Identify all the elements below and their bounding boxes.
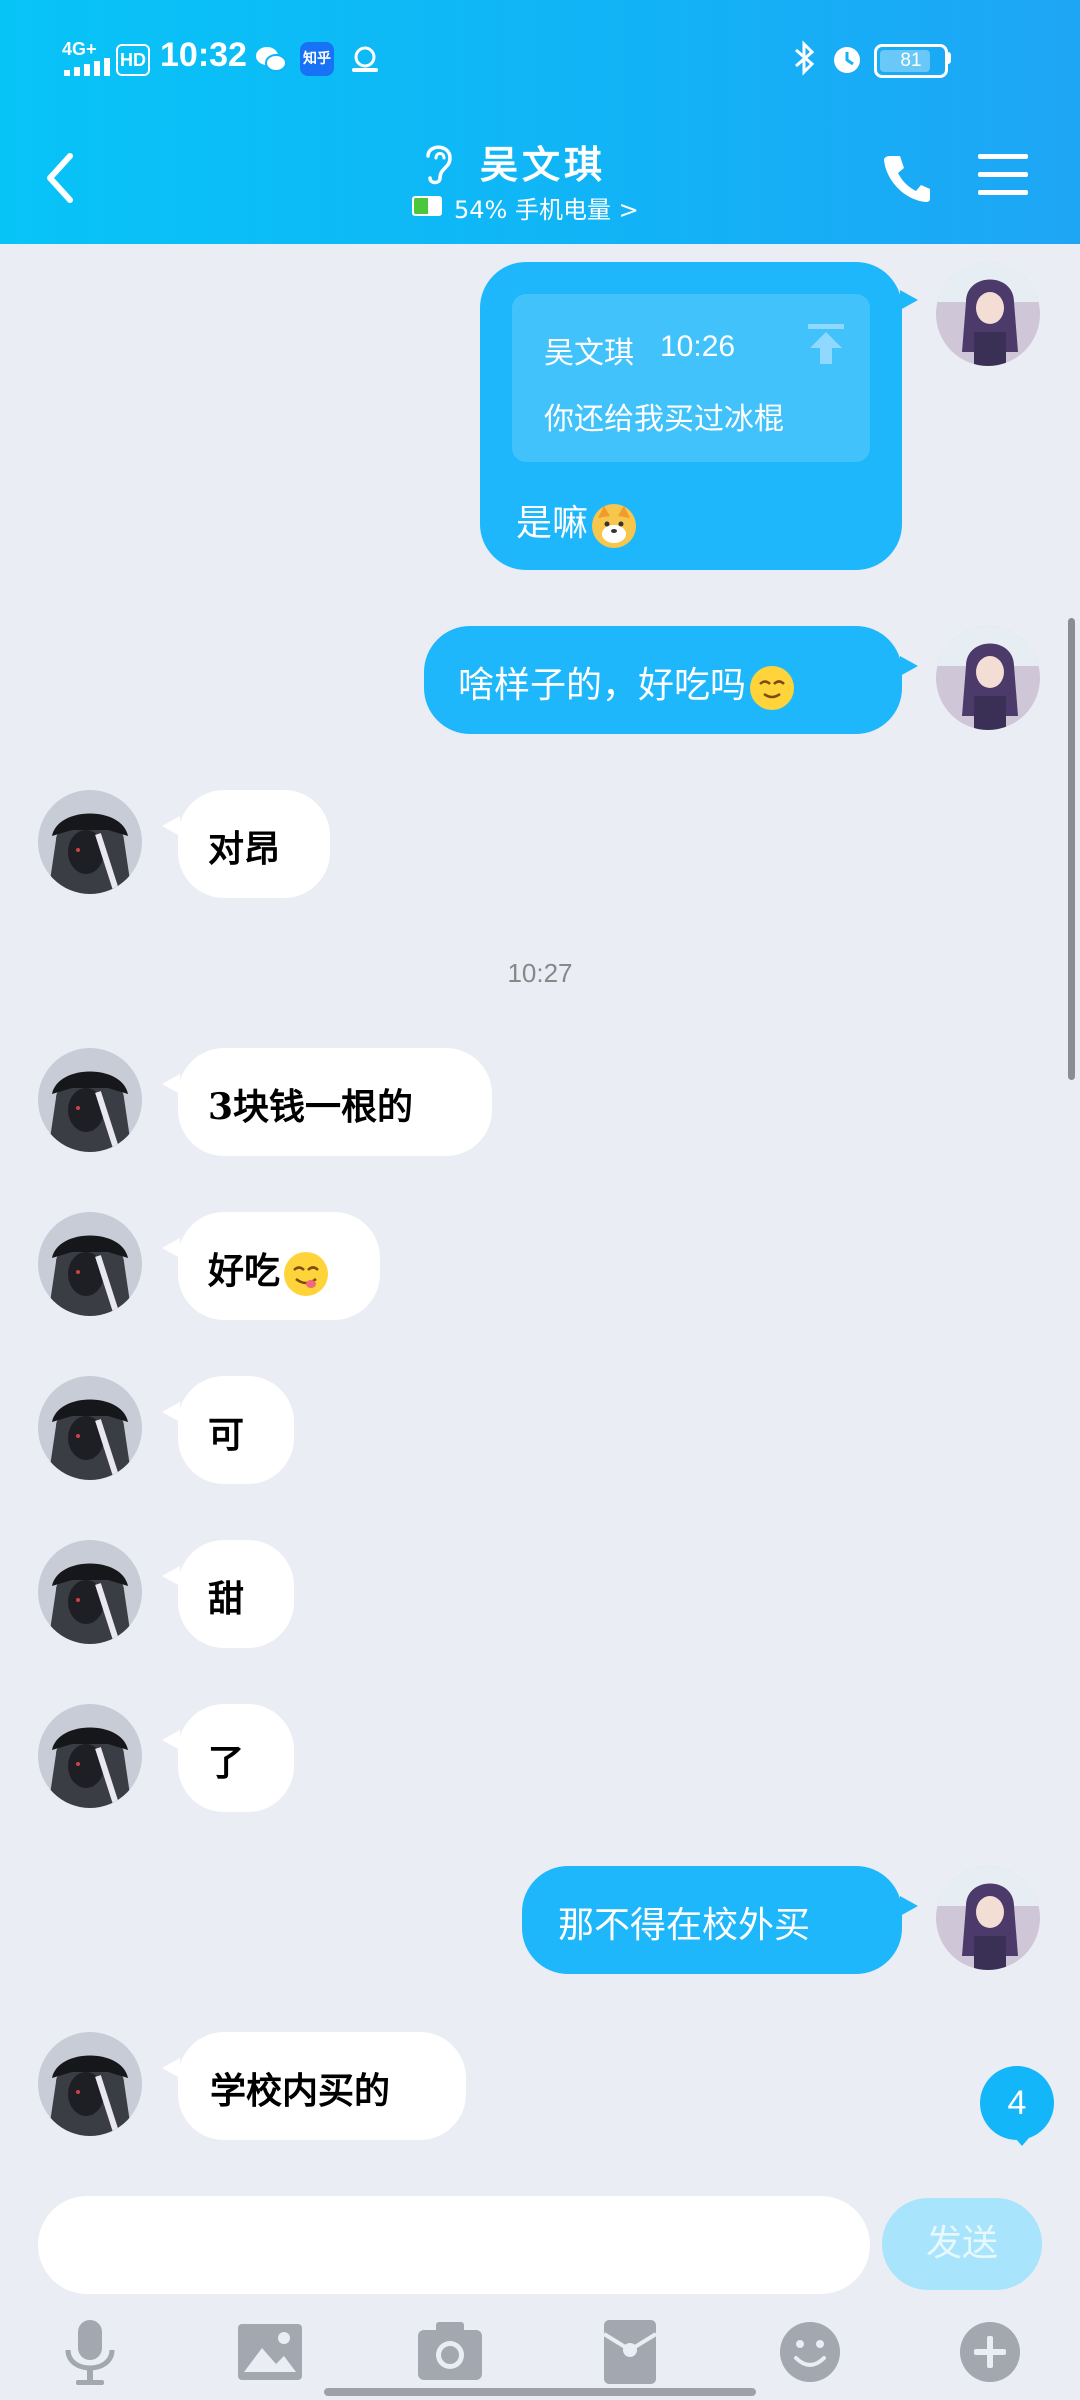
- unread-count-badge[interactable]: 4: [980, 2066, 1054, 2140]
- message-text: 可: [208, 1414, 245, 1456]
- message-content: 是嘛: [516, 494, 637, 548]
- quoted-time: 10:26: [660, 330, 736, 363]
- message-text: 是嘛: [516, 503, 589, 544]
- plus-icon[interactable]: [952, 2314, 1028, 2390]
- menu-button[interactable]: [978, 152, 1028, 198]
- jump-to-quote-icon[interactable]: [808, 324, 844, 364]
- send-button[interactable]: 发送: [882, 2198, 1042, 2290]
- ear-icon[interactable]: [418, 138, 458, 186]
- message-bubble-incoming[interactable]: 3块钱一根的: [178, 1048, 492, 1156]
- quoted-reply[interactable]: 吴文琪 10:26 你还给我买过冰棍: [512, 294, 870, 462]
- chat-header: 4G+ HD 10:32 知乎 81 吴文琪 54% 手机电量 >: [0, 0, 1080, 244]
- message-bubble-outgoing[interactable]: 啥样子的，好吃吗: [424, 626, 902, 734]
- battery-icon: 81: [874, 44, 948, 78]
- message-bubble-outgoing[interactable]: 那不得在校外买: [522, 1866, 902, 1974]
- bluetooth-icon: [795, 40, 815, 76]
- message-text: 3块钱一根的: [208, 1086, 414, 1128]
- contact-avatar[interactable]: [38, 2032, 142, 2136]
- quoted-sender: 吴文琪: [544, 336, 634, 371]
- zhihu-icon: 知乎: [300, 42, 334, 76]
- contact-avatar[interactable]: [38, 1212, 142, 1316]
- back-button[interactable]: [40, 150, 84, 206]
- message-bubble-incoming[interactable]: 了: [178, 1704, 294, 1812]
- phone-battery-icon: [412, 196, 442, 216]
- emoji-icon[interactable]: [772, 2314, 848, 2390]
- quoted-text: 你还给我买过冰棍: [544, 402, 784, 437]
- wechat-icon: [256, 47, 287, 72]
- home-indicator[interactable]: [324, 2388, 756, 2396]
- contact-name[interactable]: 吴文琪: [480, 134, 606, 189]
- phone-call-button[interactable]: [880, 150, 934, 204]
- image-icon[interactable]: [232, 2314, 308, 2390]
- status-time: 10:32: [160, 36, 247, 74]
- message-input[interactable]: [38, 2196, 870, 2294]
- device-battery-status[interactable]: 54% 手机电量 >: [454, 190, 639, 225]
- battery-level: 81: [900, 50, 922, 71]
- message-text: 啥样子的，好吃吗: [458, 665, 747, 706]
- message-bubble-incoming[interactable]: 可: [178, 1376, 294, 1484]
- time-divider: 10:27: [507, 958, 573, 988]
- message-bubble-outgoing[interactable]: 吴文琪 10:26 你还给我买过冰棍 是嘛: [480, 262, 902, 570]
- camera-icon[interactable]: [412, 2314, 488, 2390]
- contact-avatar[interactable]: [38, 1048, 142, 1152]
- network-indicator: 4G+: [62, 39, 97, 59]
- my-avatar[interactable]: [936, 626, 1040, 730]
- message-text: 好吃: [208, 1250, 281, 1292]
- signal-icon: [64, 58, 110, 76]
- contact-avatar[interactable]: [38, 790, 142, 894]
- message-text: 甜: [208, 1578, 245, 1620]
- bird-app-icon: [352, 46, 378, 72]
- contact-avatar[interactable]: [38, 1376, 142, 1480]
- contact-avatar[interactable]: [38, 1704, 142, 1808]
- message-text: 对昂: [208, 828, 281, 870]
- message-bubble-incoming[interactable]: 学校内买的: [178, 2032, 466, 2140]
- my-avatar[interactable]: [936, 1866, 1040, 1970]
- dog-face-emoji: [592, 504, 637, 548]
- message-bubble-incoming[interactable]: 对昂: [178, 790, 330, 898]
- my-avatar[interactable]: [936, 262, 1040, 366]
- message-text: 学校内买的: [210, 2070, 391, 2112]
- message-text: 了: [208, 1742, 245, 1784]
- smiling-face-emoji: [750, 666, 795, 710]
- message-bubble-incoming[interactable]: 好吃: [178, 1212, 380, 1320]
- alarm-icon: [834, 47, 860, 73]
- red-packet-icon[interactable]: [592, 2314, 668, 2390]
- chat-scrollbar[interactable]: [1068, 618, 1075, 1080]
- microphone-icon[interactable]: [52, 2314, 128, 2390]
- message-bubble-incoming[interactable]: 甜: [178, 1540, 294, 1648]
- yum-face-emoji: [284, 1252, 329, 1296]
- message-text: 那不得在校外买: [558, 1905, 811, 1946]
- hd-badge: HD: [116, 44, 150, 76]
- contact-avatar[interactable]: [38, 1540, 142, 1644]
